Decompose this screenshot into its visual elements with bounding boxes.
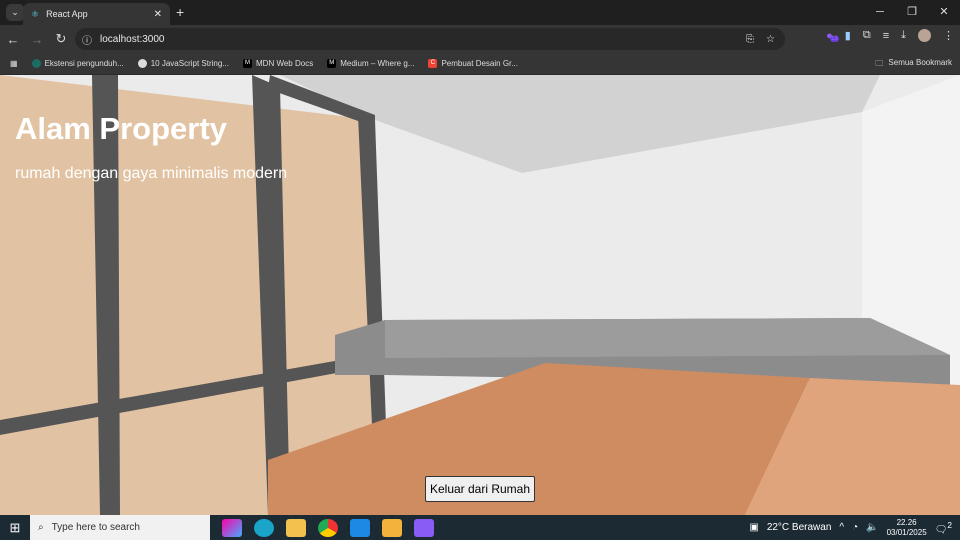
windows-taskbar: ⊞ ⌕ Type here to search ▣ 22°C Berawan ^ …: [0, 515, 960, 540]
3d-house-viewport[interactable]: Alam Property rumah dengan gaya minimali…: [0, 75, 960, 515]
close-window-button[interactable]: ✕: [928, 0, 960, 25]
new-tab-button[interactable]: +: [176, 4, 184, 20]
bookmark-item[interactable]: M Medium – Where g...: [327, 59, 414, 68]
folder-icon: 🗀: [875, 59, 884, 68]
exit-house-button[interactable]: Keluar dari Rumah: [425, 476, 535, 502]
weather-text[interactable]: 22°C Berawan: [767, 522, 832, 533]
page-title: Alam Property: [15, 111, 227, 146]
copilot-icon[interactable]: [222, 518, 242, 537]
extension-icon-2[interactable]: ▮: [845, 29, 851, 42]
medium-icon: M: [327, 59, 337, 68]
extension-bookmark-icon: [31, 59, 41, 68]
url-text: localhost:3000: [100, 33, 165, 45]
close-tab-icon[interactable]: ✕: [154, 9, 162, 20]
file-explorer-icon[interactable]: [286, 518, 306, 537]
address-bar[interactable]: ⓘ localhost:3000 ⎘ ☆: [75, 28, 785, 50]
browser-toolbar: ← → ↻ ⓘ localhost:3000 ⎘ ☆ ● 13 ▮ ⧉ ≡ ⤓ ⋮: [0, 25, 960, 53]
extensions-puzzle-icon[interactable]: ⧉: [863, 29, 871, 42]
clock[interactable]: 22.26 03/01/2025: [887, 518, 927, 538]
network-icon[interactable]: ◔: [852, 522, 858, 533]
restore-button[interactable]: ❐: [896, 0, 928, 25]
page-subtitle: rumah dengan gaya minimalis modern: [15, 165, 288, 182]
bookmark-item[interactable]: 10 JavaScript String...: [137, 59, 229, 68]
edge-icon[interactable]: [254, 518, 274, 537]
site-info-icon[interactable]: ⓘ: [82, 32, 92, 47]
video-editor-icon[interactable]: [414, 518, 434, 537]
forward-icon[interactable]: →: [26, 32, 48, 47]
bookmark-item[interactable]: M MDN Web Docs: [243, 59, 313, 68]
reload-icon[interactable]: ↻: [50, 31, 72, 47]
bookmarks-bar: ▦ Ekstensi pengunduh... 10 JavaScript St…: [0, 53, 960, 75]
react-icon: ⚛: [31, 8, 40, 19]
tab-search-button[interactable]: ⌄: [6, 4, 24, 21]
back-icon[interactable]: ←: [2, 32, 24, 47]
tab-title: React App: [46, 9, 88, 19]
taskbar-search[interactable]: ⌕ Type here to search: [30, 515, 210, 540]
download-icon[interactable]: ⤓: [901, 29, 906, 42]
avatar[interactable]: [918, 29, 931, 42]
git-icon[interactable]: [382, 518, 402, 537]
menu-icon[interactable]: ⋮: [943, 29, 954, 42]
apps-grid-icon[interactable]: ▦: [10, 59, 18, 68]
canva-icon: C: [428, 59, 438, 68]
bookmark-star-icon[interactable]: ☆: [766, 34, 775, 45]
volume-icon[interactable]: 🔈: [866, 522, 878, 533]
vscode-icon[interactable]: [350, 518, 370, 537]
chrome-icon[interactable]: [318, 518, 338, 537]
tray-overflow-icon[interactable]: ^: [839, 522, 844, 533]
bookmark-item[interactable]: C Pembuat Desain Gr...: [428, 59, 518, 68]
bookmark-item[interactable]: Ekstensi pengunduh...: [31, 59, 124, 68]
all-bookmarks-button[interactable]: 🗀 Semua Bookmark: [875, 58, 952, 72]
search-icon: ⌕: [38, 522, 44, 533]
reading-list-icon[interactable]: ≡: [883, 30, 889, 42]
tab-react-app[interactable]: ⚛ React App ✕: [23, 3, 170, 25]
tab-strip: ⌄ ⚛ React App ✕ + ─ ❐ ✕: [0, 0, 960, 25]
extension-badge: 13: [830, 35, 839, 42]
weather-icon[interactable]: ▣: [749, 522, 758, 533]
windows-start-icon[interactable]: ⊞: [0, 520, 30, 536]
install-icon[interactable]: ⎘: [746, 34, 754, 45]
notification-icon[interactable]: 🗨2: [935, 520, 952, 535]
globe-icon: [137, 59, 147, 68]
minimize-button[interactable]: ─: [864, 0, 896, 25]
extension-icon[interactable]: ● 13: [826, 30, 839, 42]
mdn-icon: M: [243, 59, 252, 68]
